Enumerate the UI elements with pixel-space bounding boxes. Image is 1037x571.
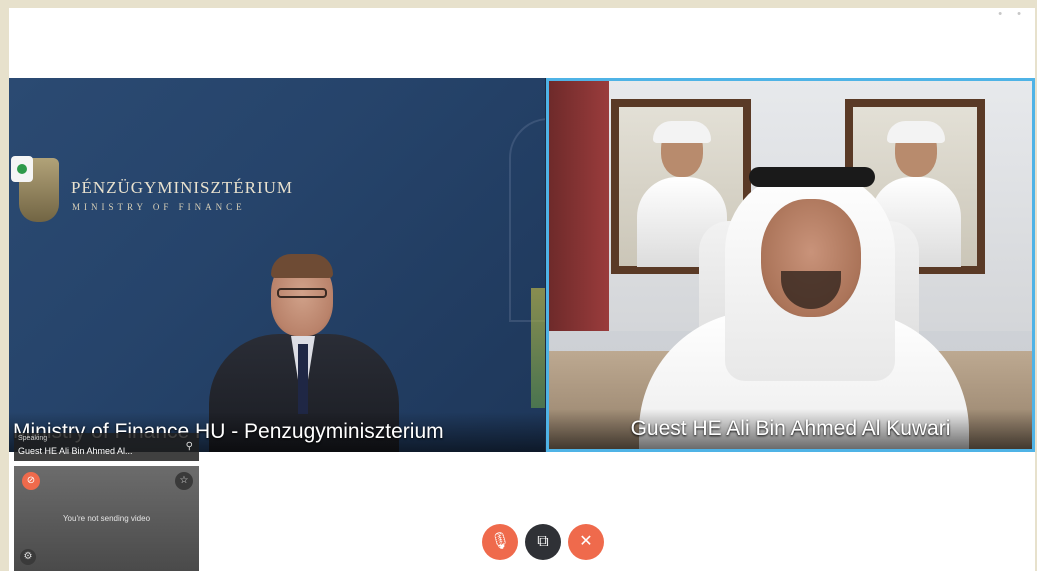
active-speaker-name: Guest HE Ali Bin Ahmed Al... — [18, 446, 133, 456]
curtain-left — [549, 81, 609, 331]
video-stage: PÉNZÜGYMINISZTÉRIUM MINISTRY OF FINANCE … — [9, 78, 1035, 452]
participant-video-tie — [298, 344, 308, 414]
participant-tile-ministry[interactable]: PÉNZÜGYMINISZTÉRIUM MINISTRY OF FINANCE … — [9, 78, 545, 452]
participant-video-agal — [749, 167, 875, 187]
end-call-button[interactable]: ✕ — [568, 524, 604, 560]
speaking-label: Speaking — [18, 435, 48, 442]
flag — [531, 288, 545, 408]
participant-video-glasses — [277, 288, 327, 298]
mute-button[interactable]: 🎙 — [482, 524, 518, 560]
pin-icon[interactable]: ⚲ — [186, 441, 193, 452]
window-controls[interactable]: • • — [998, 8, 1027, 20]
meeting-window: • • PÉNZÜGYMINISZTÉRIUM MINISTRY OF FINA… — [9, 8, 1035, 571]
settings-icon[interactable]: ⚙ — [20, 549, 36, 565]
participant-video-hair — [271, 254, 333, 278]
share-button[interactable]: ⧉ — [525, 524, 561, 560]
camera-on-icon[interactable] — [11, 156, 33, 182]
participant-tile-guest[interactable]: Guest HE Ali Bin Ahmed Al Kuwari — [546, 78, 1035, 452]
self-view-thumbnail[interactable]: ⊘ ☆ You're not sending video ⚙ — [14, 466, 199, 571]
org-subtitle: MINISTRY OF FINANCE — [72, 202, 246, 212]
star-icon[interactable]: ☆ — [175, 472, 193, 490]
participant-name: Guest HE Ali Bin Ahmed Al Kuwari — [549, 409, 1032, 449]
org-name: PÉNZÜGYMINISZTÉRIUM — [71, 178, 294, 197]
video-off-message: You're not sending video — [62, 514, 151, 523]
mic-off-icon[interactable]: ⊘ — [22, 472, 40, 490]
active-speaker-bar: Speaking Guest HE Ali Bin Ahmed Al... ⚲ — [14, 433, 199, 461]
